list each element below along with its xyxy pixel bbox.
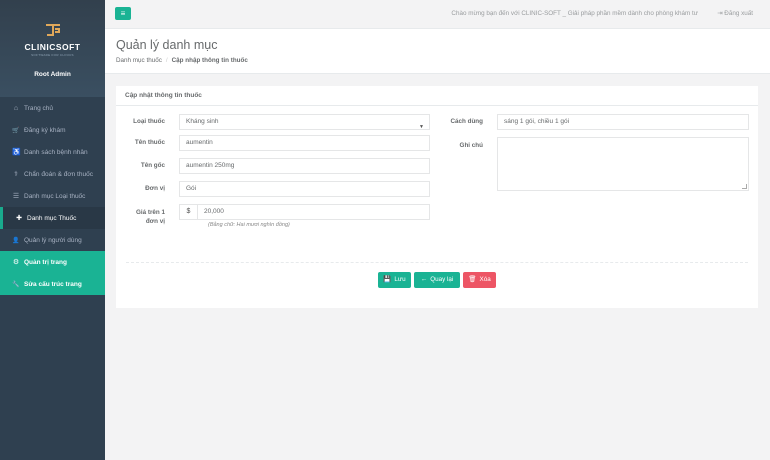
trash-icon: 🗑	[468, 276, 477, 283]
sidebar-item-drugs[interactable]: ✚ Danh mục Thuốc	[0, 207, 105, 229]
page-heading: Quản lý danh mục Danh mục thuốc / Cập nhập…	[105, 29, 770, 74]
save-button[interactable]: 💾 Lưu	[378, 272, 411, 288]
generic-name-label: Tên gốc	[140, 162, 165, 169]
sidebar-item-registration[interactable]: 🛒 Đăng ký khám	[0, 119, 105, 141]
delete-button[interactable]: 🗑 Xóa	[463, 272, 496, 288]
breadcrumb-separator: /	[165, 57, 168, 64]
breadcrumb-parent[interactable]: Danh mục thuốc	[116, 57, 162, 64]
sidebar-item-patients[interactable]: ♿ Danh sách bệnh nhân	[0, 141, 105, 163]
drug-name-label: Tên thuốc	[134, 139, 165, 146]
clinicsoft-logo-icon	[45, 24, 60, 40]
unit-label: Đơn vị	[145, 185, 165, 192]
top-navbar: ≡ Chào mừng bạn đến với CLINIC-SOFT _ Gi…	[105, 0, 770, 29]
sidebar-item-site-admin[interactable]: ⚙ Quản trị trang	[0, 251, 105, 273]
sidebar-header: CLINICSOFT SOFTWARE FOR CLINICS Root Adm…	[0, 0, 105, 97]
user-icon: 👤	[12, 237, 20, 244]
stethoscope-icon: ⚕	[14, 171, 18, 178]
unit-price-label: Giá trên 1 đơn vị	[135, 209, 165, 225]
drug-name-input[interactable]: aumentin	[179, 135, 430, 151]
breadcrumb: Danh mục thuốc / Cập nhập thông tin thuốc	[116, 57, 770, 64]
currency-addon: $	[179, 204, 198, 220]
sidebar-nav: ⌂ Trang chủ 🛒 Đăng ký khám ♿ Danh sách bệnh…	[0, 97, 105, 295]
sidebar-item-home[interactable]: ⌂ Trang chủ	[0, 97, 105, 119]
breadcrumb-current: Cập nhập thông tin thuốc	[171, 57, 248, 64]
sidebar-item-users[interactable]: 👤 Quản lý người dùng	[0, 229, 105, 251]
price-in-words-hint: (Bằng chữ: Hai mươi nghìn đồng)	[208, 222, 290, 228]
drug-type-select[interactable]: Kháng sinh ▼	[179, 114, 430, 130]
unit-input[interactable]: Gói	[179, 181, 430, 197]
resize-grip-icon[interactable]	[742, 184, 747, 189]
list-icon: ☰	[12, 193, 20, 200]
menu-toggle-button[interactable]: ≡	[115, 7, 131, 20]
brand-tagline: SOFTWARE FOR CLINICS	[31, 53, 74, 57]
logout-link[interactable]: ⇥ Đăng xuất	[717, 10, 753, 17]
wheelchair-icon: ♿	[12, 149, 21, 156]
usage-label: Cách dùng	[450, 118, 483, 125]
welcome-message: Chào mừng bạn đến với CLINIC-SOFT _ Giải…	[451, 10, 698, 17]
wrench-icon: 🔧	[12, 281, 20, 288]
arrow-left-icon: ←	[420, 276, 428, 283]
sidebar-item-diagnosis[interactable]: ⚕ Chẩn đoán & đơn thuốc	[0, 163, 105, 185]
sidebar-item-drug-categories[interactable]: ☰ Danh mục Loại thuốc	[0, 185, 105, 207]
generic-name-input[interactable]: aumentin 250mg	[179, 158, 430, 174]
home-icon: ⌂	[13, 104, 19, 112]
back-button[interactable]: ← Quay lại	[414, 272, 460, 288]
user-name[interactable]: Root Admin	[0, 71, 105, 78]
notes-textarea[interactable]	[497, 137, 749, 191]
notes-label: Ghi chú	[459, 142, 483, 149]
gear-icon: ⚙	[12, 259, 20, 266]
usage-input[interactable]: sáng 1 gói, chiều 1 gói	[497, 114, 749, 130]
drug-form-panel: Cập nhật thông tin thuốc Loại thuốc Khán…	[116, 86, 758, 308]
panel-title: Cập nhật thông tin thuốc	[116, 86, 758, 106]
sidebar: CLINICSOFT SOFTWARE FOR CLINICS Root Adm…	[0, 0, 105, 460]
sidebar-item-edit-structure[interactable]: 🔧 Sửa cấu trúc trang	[0, 273, 105, 295]
sign-out-icon: ⇥	[717, 10, 723, 17]
page-title: Quản lý danh mục	[116, 38, 218, 52]
drug-type-label: Loại thuốc	[133, 118, 165, 125]
medkit-icon: ✚	[16, 215, 22, 222]
chevron-down-icon: ▼	[419, 124, 424, 130]
form-divider	[126, 262, 748, 263]
cart-icon: 🛒	[12, 127, 20, 134]
unit-price-input[interactable]: 20,000	[197, 204, 430, 220]
save-icon: 💾	[383, 276, 392, 283]
brand-name: CLINICSOFT	[24, 42, 81, 52]
